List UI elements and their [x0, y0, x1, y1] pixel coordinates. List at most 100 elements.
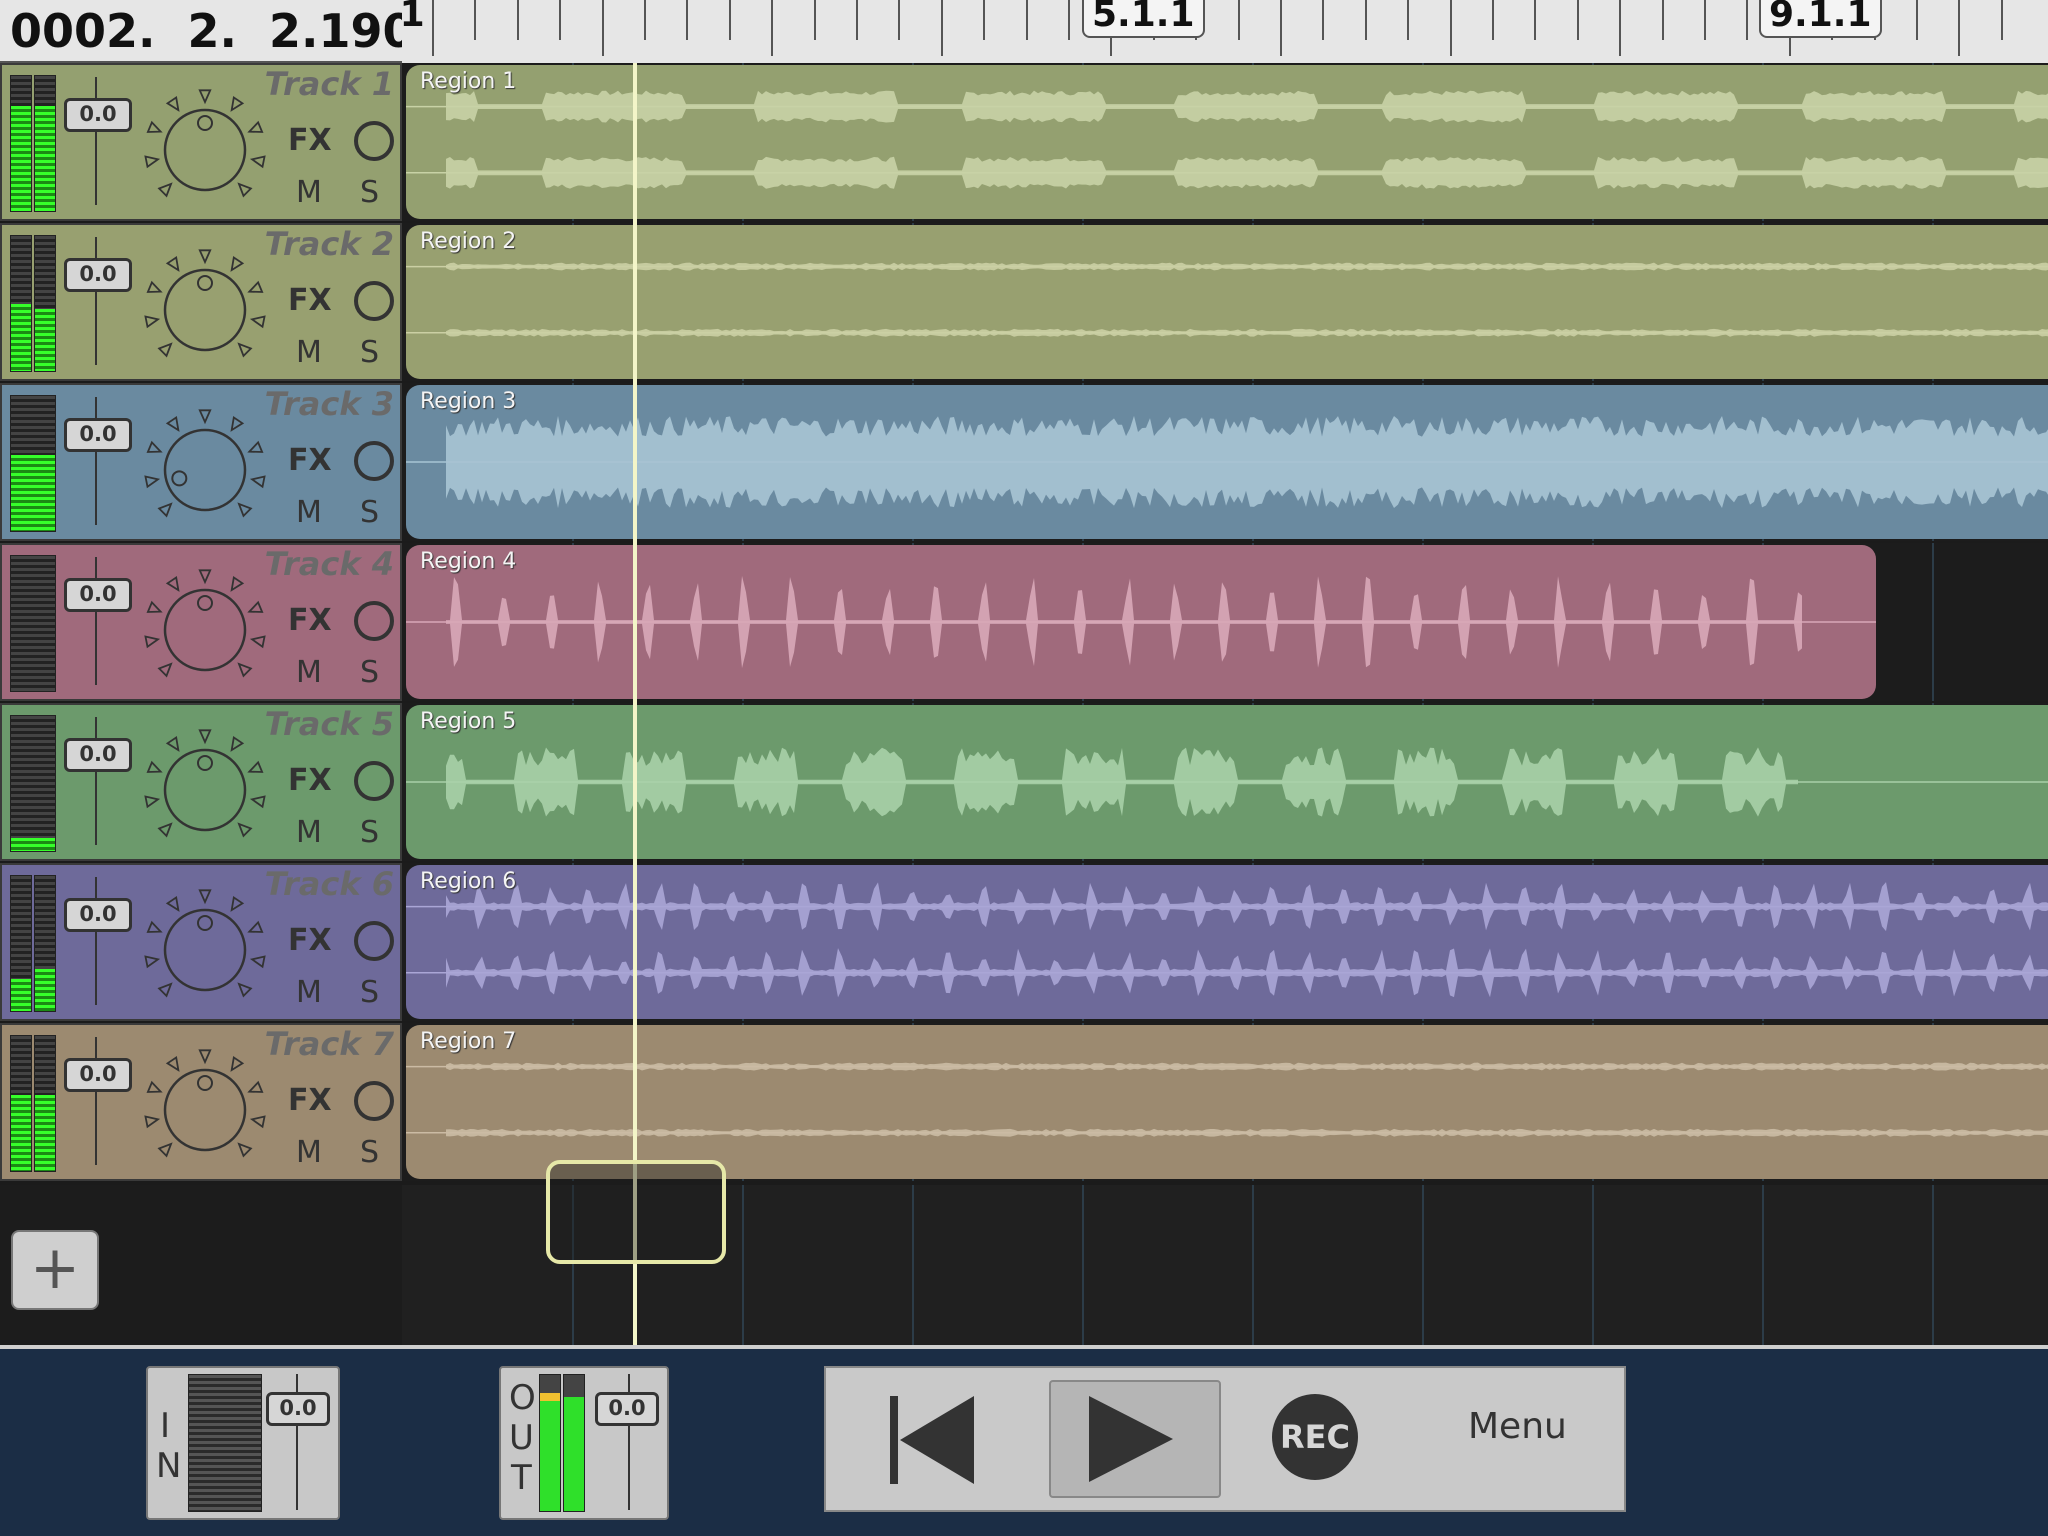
solo-button[interactable]: S	[360, 815, 379, 850]
level-meter-fill	[11, 105, 31, 211]
volume-fader[interactable]: 0.0	[64, 418, 132, 452]
volume-fader[interactable]: 0.0	[64, 98, 132, 132]
record-arm-button[interactable]	[354, 1081, 394, 1121]
track-name: Track 5	[264, 705, 394, 743]
track-lane[interactable]: Region 5	[402, 703, 2048, 861]
input-volume[interactable]: 0.0	[266, 1392, 330, 1426]
solo-button[interactable]: S	[360, 335, 379, 370]
track-lane[interactable]: Region 7	[402, 1023, 2048, 1181]
mute-button[interactable]: M	[296, 655, 322, 690]
solo-button[interactable]: S	[360, 175, 379, 210]
solo-button[interactable]: S	[360, 975, 379, 1010]
ruler-tick	[686, 0, 689, 40]
mute-button[interactable]: M	[296, 495, 322, 530]
rewind-button[interactable]	[886, 1392, 982, 1488]
record-arm-button[interactable]	[354, 441, 394, 481]
audio-region[interactable]: Region 6	[406, 865, 2048, 1019]
record-arm-button[interactable]	[354, 921, 394, 961]
volume-fader[interactable]: 0.0	[64, 738, 132, 772]
grid-line	[1762, 1185, 1764, 1345]
menu-button[interactable]: Menu	[1468, 1406, 1567, 1447]
track-lane[interactable]: Region 1	[402, 63, 2048, 221]
record-arm-button[interactable]	[354, 601, 394, 641]
track-lane[interactable]: Region 4	[402, 543, 2048, 701]
track-header[interactable]: 0.0 Track 7 FX M S	[0, 1023, 402, 1181]
grid-line	[1592, 1185, 1594, 1345]
volume-fader-track[interactable]	[95, 397, 97, 525]
timeline-ruler[interactable]: .1 5.1.1 9.1.1	[402, 0, 2048, 65]
volume-fader-track[interactable]	[95, 1037, 97, 1165]
track-name: Track 4	[264, 545, 394, 583]
audio-region[interactable]: Region 3	[406, 385, 2048, 539]
volume-fader-track[interactable]	[95, 557, 97, 685]
fx-button[interactable]: FX	[288, 603, 332, 638]
fx-button[interactable]: FX	[288, 443, 332, 478]
volume-fader[interactable]: 0.0	[64, 258, 132, 292]
pan-knob[interactable]	[140, 885, 270, 1015]
solo-button[interactable]: S	[360, 495, 379, 530]
pan-knob[interactable]	[140, 85, 270, 215]
pan-knob[interactable]	[140, 725, 270, 855]
fx-button[interactable]: FX	[288, 283, 332, 318]
level-meter	[10, 875, 32, 1012]
volume-fader[interactable]: 0.0	[64, 1058, 132, 1092]
track-header[interactable]: 0.0 Track 5 FX M S	[0, 703, 402, 861]
ruler-tick	[1407, 0, 1410, 40]
output-strip[interactable]: O U T 0.0	[499, 1366, 669, 1520]
volume-fader-track[interactable]	[95, 237, 97, 365]
mute-button[interactable]: M	[296, 975, 322, 1010]
volume-fader-track[interactable]	[95, 717, 97, 845]
pan-knob[interactable]	[140, 1045, 270, 1175]
solo-button[interactable]: S	[360, 655, 379, 690]
fx-button[interactable]: FX	[288, 763, 332, 798]
level-meter-fill	[35, 1095, 55, 1171]
level-meter	[10, 395, 56, 532]
track-header[interactable]: 0.0 Track 4 FX M S	[0, 543, 402, 701]
record-arm-button[interactable]	[354, 121, 394, 161]
track-name: Track 6	[264, 865, 394, 903]
input-strip[interactable]: I N 0.0	[146, 1366, 340, 1520]
ruler-tick	[601, 0, 604, 56]
mute-button[interactable]: M	[296, 815, 322, 850]
ruler-tick	[1576, 0, 1579, 40]
add-track-button[interactable]: +	[11, 1230, 99, 1310]
pan-knob[interactable]	[140, 405, 270, 535]
track-header[interactable]: 0.0 Track 3 FX M S	[0, 383, 402, 541]
mute-button[interactable]: M	[296, 175, 322, 210]
playhead-handle[interactable]	[546, 1160, 726, 1264]
track-lane[interactable]: Region 3	[402, 383, 2048, 541]
solo-button[interactable]: S	[360, 1135, 379, 1170]
audio-region[interactable]: Region 4	[406, 545, 1876, 699]
track-lane[interactable]: Region 6	[402, 863, 2048, 1021]
output-volume[interactable]: 0.0	[595, 1392, 659, 1426]
fx-button[interactable]: FX	[288, 1083, 332, 1118]
region-label: Region 3	[420, 389, 517, 414]
audio-region[interactable]: Region 7	[406, 1025, 2048, 1179]
track-header[interactable]: 0.0 Track 2 FX M S	[0, 223, 402, 381]
track-header[interactable]: 0.0 Track 6 FX M S	[0, 863, 402, 1021]
track-header[interactable]: 0.0 Track 1 FX M S	[0, 63, 402, 221]
pan-knob[interactable]	[140, 565, 270, 695]
fx-button[interactable]: FX	[288, 923, 332, 958]
track-lane[interactable]: Region 2	[402, 223, 2048, 381]
playhead-line[interactable]	[633, 63, 637, 1345]
audio-region[interactable]: Region 5	[406, 705, 2048, 859]
level-meter-fill	[35, 105, 55, 211]
audio-region[interactable]: Region 2	[406, 225, 2048, 379]
record-arm-button[interactable]	[354, 281, 394, 321]
mute-button[interactable]: M	[296, 1135, 322, 1170]
record-button[interactable]: REC	[1272, 1394, 1358, 1480]
audio-region[interactable]: Region 1	[406, 65, 2048, 219]
pan-knob[interactable]	[140, 245, 270, 375]
fx-button[interactable]: FX	[288, 123, 332, 158]
play-button[interactable]	[1049, 1380, 1221, 1498]
volume-fader[interactable]: 0.0	[64, 898, 132, 932]
volume-fader-track[interactable]	[95, 77, 97, 205]
mute-button[interactable]: M	[296, 335, 322, 370]
volume-fader[interactable]: 0.0	[64, 578, 132, 612]
input-label-i: I	[160, 1406, 171, 1446]
record-arm-button[interactable]	[354, 761, 394, 801]
ruler-tick	[1280, 0, 1282, 56]
volume-fader-track[interactable]	[95, 877, 97, 1005]
ruler-bar-label: 5.1.1	[1082, 0, 1205, 38]
